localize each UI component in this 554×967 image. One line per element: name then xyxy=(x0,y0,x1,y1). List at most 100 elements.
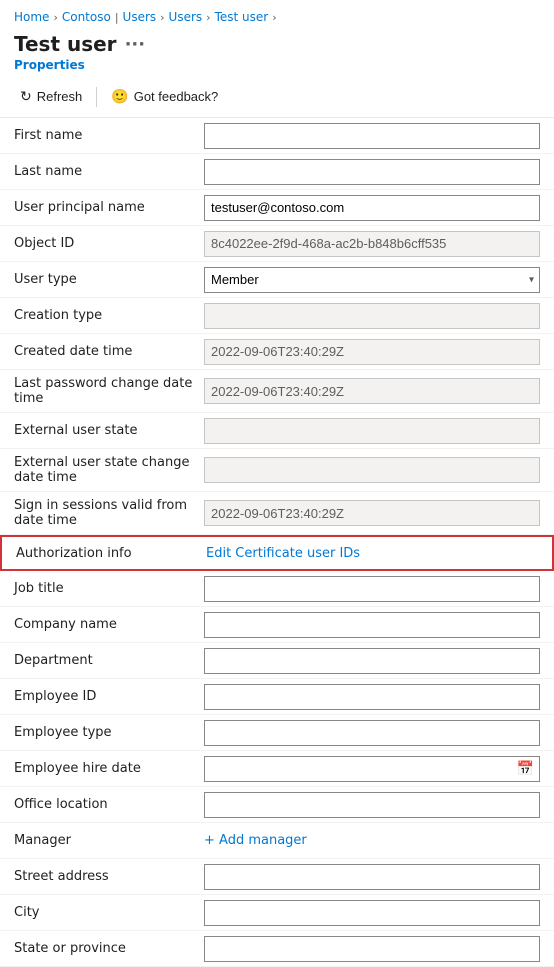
input-department[interactable] xyxy=(204,648,540,674)
input-external-state-change[interactable] xyxy=(204,457,540,483)
label-company-name: Company name xyxy=(14,611,204,638)
input-employee-type[interactable] xyxy=(204,720,540,746)
label-signin-sessions: Sign in sessions valid from date time xyxy=(14,492,204,534)
breadcrumb-contoso[interactable]: Contoso xyxy=(62,10,111,24)
label-employee-type: Employee type xyxy=(14,719,204,746)
label-street-address: Street address xyxy=(14,863,204,890)
breadcrumb-users-1[interactable]: Users xyxy=(123,10,157,24)
label-authorization-info: Authorization info xyxy=(16,540,206,567)
field-upn: User principal name xyxy=(0,190,554,226)
select-user-type[interactable]: Member Guest xyxy=(204,267,540,293)
field-street-address: Street address xyxy=(0,859,554,895)
feedback-icon: 🙂 xyxy=(111,88,128,105)
input-last-name[interactable] xyxy=(204,159,540,185)
input-job-title[interactable] xyxy=(204,576,540,602)
label-upn: User principal name xyxy=(14,194,204,221)
value-street-address xyxy=(204,864,540,890)
field-first-name: First name xyxy=(0,118,554,154)
field-state-province: State or province xyxy=(0,931,554,967)
select-wrapper-user-type: Member Guest ▾ xyxy=(204,267,540,293)
input-first-name[interactable] xyxy=(204,123,540,149)
field-manager: Manager + Add manager xyxy=(0,823,554,859)
breadcrumb-sep-5: › xyxy=(272,11,276,24)
breadcrumb-sep-4: › xyxy=(206,11,210,24)
label-first-name: First name xyxy=(14,122,204,149)
breadcrumb-home[interactable]: Home xyxy=(14,10,49,24)
input-city[interactable] xyxy=(204,900,540,926)
page-title-ellipsis[interactable]: ··· xyxy=(125,34,146,55)
input-external-state[interactable] xyxy=(204,418,540,444)
input-created-date[interactable] xyxy=(204,339,540,365)
input-company-name[interactable] xyxy=(204,612,540,638)
toolbar: ↻ Refresh 🙂 Got feedback? xyxy=(0,80,554,118)
value-external-state xyxy=(204,418,540,444)
field-employee-type: Employee type xyxy=(0,715,554,751)
value-object-id xyxy=(204,231,540,257)
input-signin-sessions[interactable] xyxy=(204,500,540,526)
refresh-button[interactable]: ↻ Refresh xyxy=(14,84,88,109)
label-job-title: Job title xyxy=(14,575,204,602)
label-office-location: Office location xyxy=(14,791,204,818)
add-manager-link[interactable]: + Add manager xyxy=(204,833,540,848)
field-department: Department xyxy=(0,643,554,679)
label-employee-hire-date: Employee hire date xyxy=(14,755,204,782)
value-user-type: Member Guest ▾ xyxy=(204,267,540,293)
breadcrumb-sep-2: | xyxy=(115,11,119,24)
page-title-container: Test user ··· xyxy=(0,28,554,56)
field-company-name: Company name xyxy=(0,607,554,643)
input-object-id[interactable] xyxy=(204,231,540,257)
input-last-pwd-change[interactable] xyxy=(204,378,540,404)
value-state-province xyxy=(204,936,540,962)
feedback-label: Got feedback? xyxy=(134,89,219,104)
field-last-pwd-change: Last password change date time xyxy=(0,370,554,413)
input-street-address[interactable] xyxy=(204,864,540,890)
value-created-date xyxy=(204,339,540,365)
value-external-state-change xyxy=(204,457,540,483)
label-object-id: Object ID xyxy=(14,230,204,257)
field-office-location: Office location xyxy=(0,787,554,823)
value-job-title xyxy=(204,576,540,602)
label-manager: Manager xyxy=(14,827,204,854)
value-employee-type xyxy=(204,720,540,746)
value-city xyxy=(204,900,540,926)
field-user-type: User type Member Guest ▾ xyxy=(0,262,554,298)
field-object-id: Object ID xyxy=(0,226,554,262)
label-created-date: Created date time xyxy=(14,338,204,365)
breadcrumb-test-user[interactable]: Test user xyxy=(215,10,269,24)
input-employee-id[interactable] xyxy=(204,684,540,710)
value-first-name xyxy=(204,123,540,149)
field-signin-sessions: Sign in sessions valid from date time xyxy=(0,492,554,535)
value-employee-hire-date: 📅 xyxy=(204,756,540,782)
value-office-location xyxy=(204,792,540,818)
edit-certificate-link[interactable]: Edit Certificate user IDs xyxy=(206,546,360,561)
input-office-location[interactable] xyxy=(204,792,540,818)
breadcrumb-users-2[interactable]: Users xyxy=(169,10,203,24)
value-authorization-info: Edit Certificate user IDs xyxy=(206,546,538,561)
value-employee-id xyxy=(204,684,540,710)
input-state-province[interactable] xyxy=(204,936,540,962)
field-job-title: Job title xyxy=(0,571,554,607)
label-user-type: User type xyxy=(14,266,204,293)
add-manager-label: + Add manager xyxy=(204,833,307,848)
value-manager: + Add manager xyxy=(204,833,540,848)
label-department: Department xyxy=(14,647,204,674)
properties-label: Properties xyxy=(0,56,554,80)
feedback-button[interactable]: 🙂 Got feedback? xyxy=(105,84,224,109)
field-creation-type: Creation type xyxy=(0,298,554,334)
label-external-state-change: External user state change date time xyxy=(14,449,204,491)
breadcrumb-sep-3: › xyxy=(160,11,164,24)
input-upn[interactable] xyxy=(204,195,540,221)
value-last-pwd-change xyxy=(204,378,540,404)
breadcrumb: Home › Contoso | Users › Users › Test us… xyxy=(0,0,554,28)
field-employee-id: Employee ID xyxy=(0,679,554,715)
label-city: City xyxy=(14,899,204,926)
label-last-pwd-change: Last password change date time xyxy=(14,370,204,412)
input-creation-type[interactable] xyxy=(204,303,540,329)
field-external-state-change: External user state change date time xyxy=(0,449,554,492)
field-last-name: Last name xyxy=(0,154,554,190)
page-title: Test user xyxy=(14,32,117,56)
refresh-label: Refresh xyxy=(37,89,83,104)
refresh-icon: ↻ xyxy=(20,88,32,105)
input-employee-hire-date[interactable] xyxy=(204,756,540,782)
label-creation-type: Creation type xyxy=(14,302,204,329)
